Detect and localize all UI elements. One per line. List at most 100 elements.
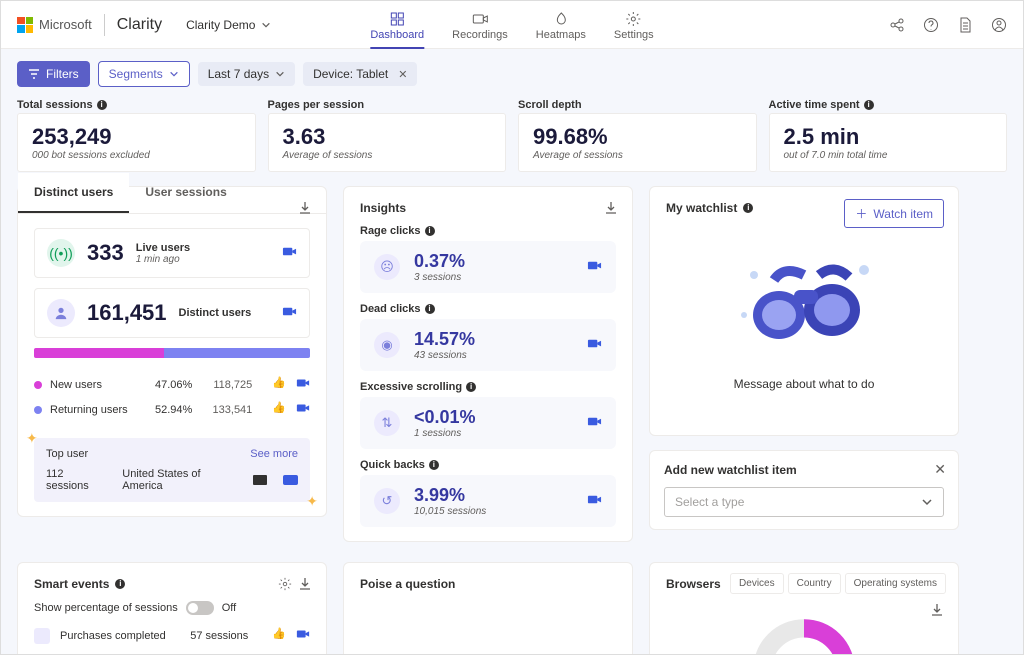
kpi-pps[interactable]: 3.63 Average of sessions [268,113,507,172]
info-icon[interactable]: i [115,579,125,589]
insight-quick[interactable]: ↺ 3.99%10,015 sessions [360,475,616,527]
live-users-stat[interactable]: ((•)) 333 Live users1 min ago [34,228,310,278]
toggle-state: Off [222,602,236,614]
info-icon[interactable]: i [429,460,439,470]
download-icon[interactable] [298,201,312,215]
nav-settings-label: Settings [614,29,654,41]
daterange-label: Last 7 days [208,67,269,81]
divider [104,14,105,36]
kpi-active-label: Active time spenti [769,99,1008,111]
nav-recordings[interactable]: Recordings [452,11,508,49]
insight-value: 14.57% [414,329,475,350]
close-icon[interactable]: ✕ [934,461,946,478]
insights-card: Insights Rage clicksi ☹ 0.37%3 sessions … [343,186,633,542]
info-icon[interactable]: i [425,304,435,314]
thumbs-icon[interactable]: 👍 [272,376,286,393]
legend-returning-users[interactable]: Returning users 52.94% 133,541 👍 [34,397,310,422]
tab-devices[interactable]: Devices [730,573,784,594]
help-icon[interactable] [923,17,939,33]
thumbs-icon[interactable]: 👍 [272,627,286,644]
heatmaps-icon [553,11,569,27]
poise-title: Poise a question [360,577,616,591]
nav-recordings-label: Recordings [452,29,508,41]
watch-item-button[interactable]: ＋ Watch item [844,199,944,228]
see-more-link[interactable]: See more [250,448,298,460]
info-icon[interactable]: i [97,100,107,110]
chevron-down-icon [169,69,179,79]
toggle-row: Show percentage of sessions Off [34,601,310,615]
download-icon[interactable] [298,577,312,591]
segments-button[interactable]: Segments [98,61,190,87]
smart-events-card: Smart eventsi Show percentage of session… [17,562,327,655]
topuser-sessions: 112 sessions [46,468,106,492]
document-icon[interactable] [957,17,973,33]
kpi-scroll-label: Scroll depth [518,99,757,111]
kpi-sessions[interactable]: 253,249 000 bot sessions excluded [17,113,256,172]
camera-icon[interactable] [587,258,602,276]
close-icon[interactable]: ✕ [398,68,407,81]
download-icon[interactable] [604,201,618,215]
chevron-down-icon [921,496,933,508]
kpi-value: 3.63 [283,124,492,150]
select-placeholder: Select a type [675,495,744,509]
project-selector[interactable]: Clarity Demo [186,18,271,32]
tab-os[interactable]: Operating systems [845,573,946,594]
tab-user-sessions[interactable]: User sessions [129,173,242,213]
legend-new-users[interactable]: New users 47.06% 118,725 👍 [34,372,310,397]
device-chip[interactable]: Device: Tablet ✕ [303,62,417,86]
camera-icon[interactable] [282,304,297,322]
chevron-down-icon [275,69,285,79]
insight-rage-label: Rage clicksi [360,225,616,237]
share-icon[interactable] [889,17,905,33]
nav-heatmaps[interactable]: Heatmaps [536,11,586,49]
event-name: Purchases completed [60,630,166,642]
kpi-active[interactable]: 2.5 min out of 7.0 min total time [769,113,1008,172]
browser-subtabs: Devices Country Operating systems [730,573,946,594]
kpi-sub: out of 7.0 min total time [784,150,993,161]
camera-icon[interactable] [587,336,602,354]
camera-icon[interactable] [296,401,310,418]
distinct-users-stat[interactable]: 161,451 Distinct users [34,288,310,338]
smart-event-row[interactable]: Purchases completed 57 sessions 👍 [34,627,310,644]
info-icon[interactable]: i [466,382,476,392]
distinct-value: 161,451 [87,300,167,326]
legend-pct: 47.06% [144,379,192,391]
insight-dead[interactable]: ◉ 14.57%43 sessions [360,319,616,371]
tab-country[interactable]: Country [788,573,841,594]
watchlist-type-select[interactable]: Select a type [664,487,944,517]
live-icon: ((•)) [47,239,75,267]
info-icon[interactable]: i [425,226,435,236]
microsoft-word: Microsoft [39,17,92,32]
gear-icon[interactable] [278,577,292,591]
top-user-box: ✦ ✦ Top user See more 112 sessions Unite… [34,438,310,502]
filters-label: Filters [46,67,79,81]
watch-item-label: Watch item [873,207,933,221]
kpi-scroll[interactable]: 99.68% Average of sessions [518,113,757,172]
dead-icon: ◉ [374,332,400,358]
camera-icon[interactable] [296,627,310,644]
insight-scroll[interactable]: ⇅ <0.01%1 sessions [360,397,616,449]
camera-icon[interactable] [282,244,297,262]
daterange-chip[interactable]: Last 7 days [198,62,295,86]
nav-settings[interactable]: Settings [614,11,654,49]
sessions-pct-toggle[interactable] [186,601,214,615]
filters-button[interactable]: Filters [17,61,90,87]
account-icon[interactable] [991,17,1007,33]
camera-icon[interactable] [296,376,310,393]
kpi-value: 2.5 min [784,124,993,150]
thumbs-icon[interactable]: 👍 [272,401,286,418]
insight-value: 3.99% [414,485,486,506]
camera-icon[interactable] [587,492,602,510]
tab-distinct-users[interactable]: Distinct users [18,173,129,213]
kpi-value: 99.68% [533,124,742,150]
device-chip-label: Device: Tablet [313,67,388,81]
add-watchlist-panel: ✕ Add new watchlist item Select a type [649,450,959,530]
info-icon[interactable]: i [864,100,874,110]
insight-rage[interactable]: ☹ 0.37%3 sessions [360,241,616,293]
nav-dashboard[interactable]: Dashboard [370,11,424,49]
info-icon[interactable]: i [743,203,753,213]
camera-icon[interactable] [587,414,602,432]
distinct-users-card: Distinct users User sessions ((•)) 333 L… [17,186,327,517]
quick-icon: ↺ [374,488,400,514]
download-icon[interactable] [930,603,944,617]
